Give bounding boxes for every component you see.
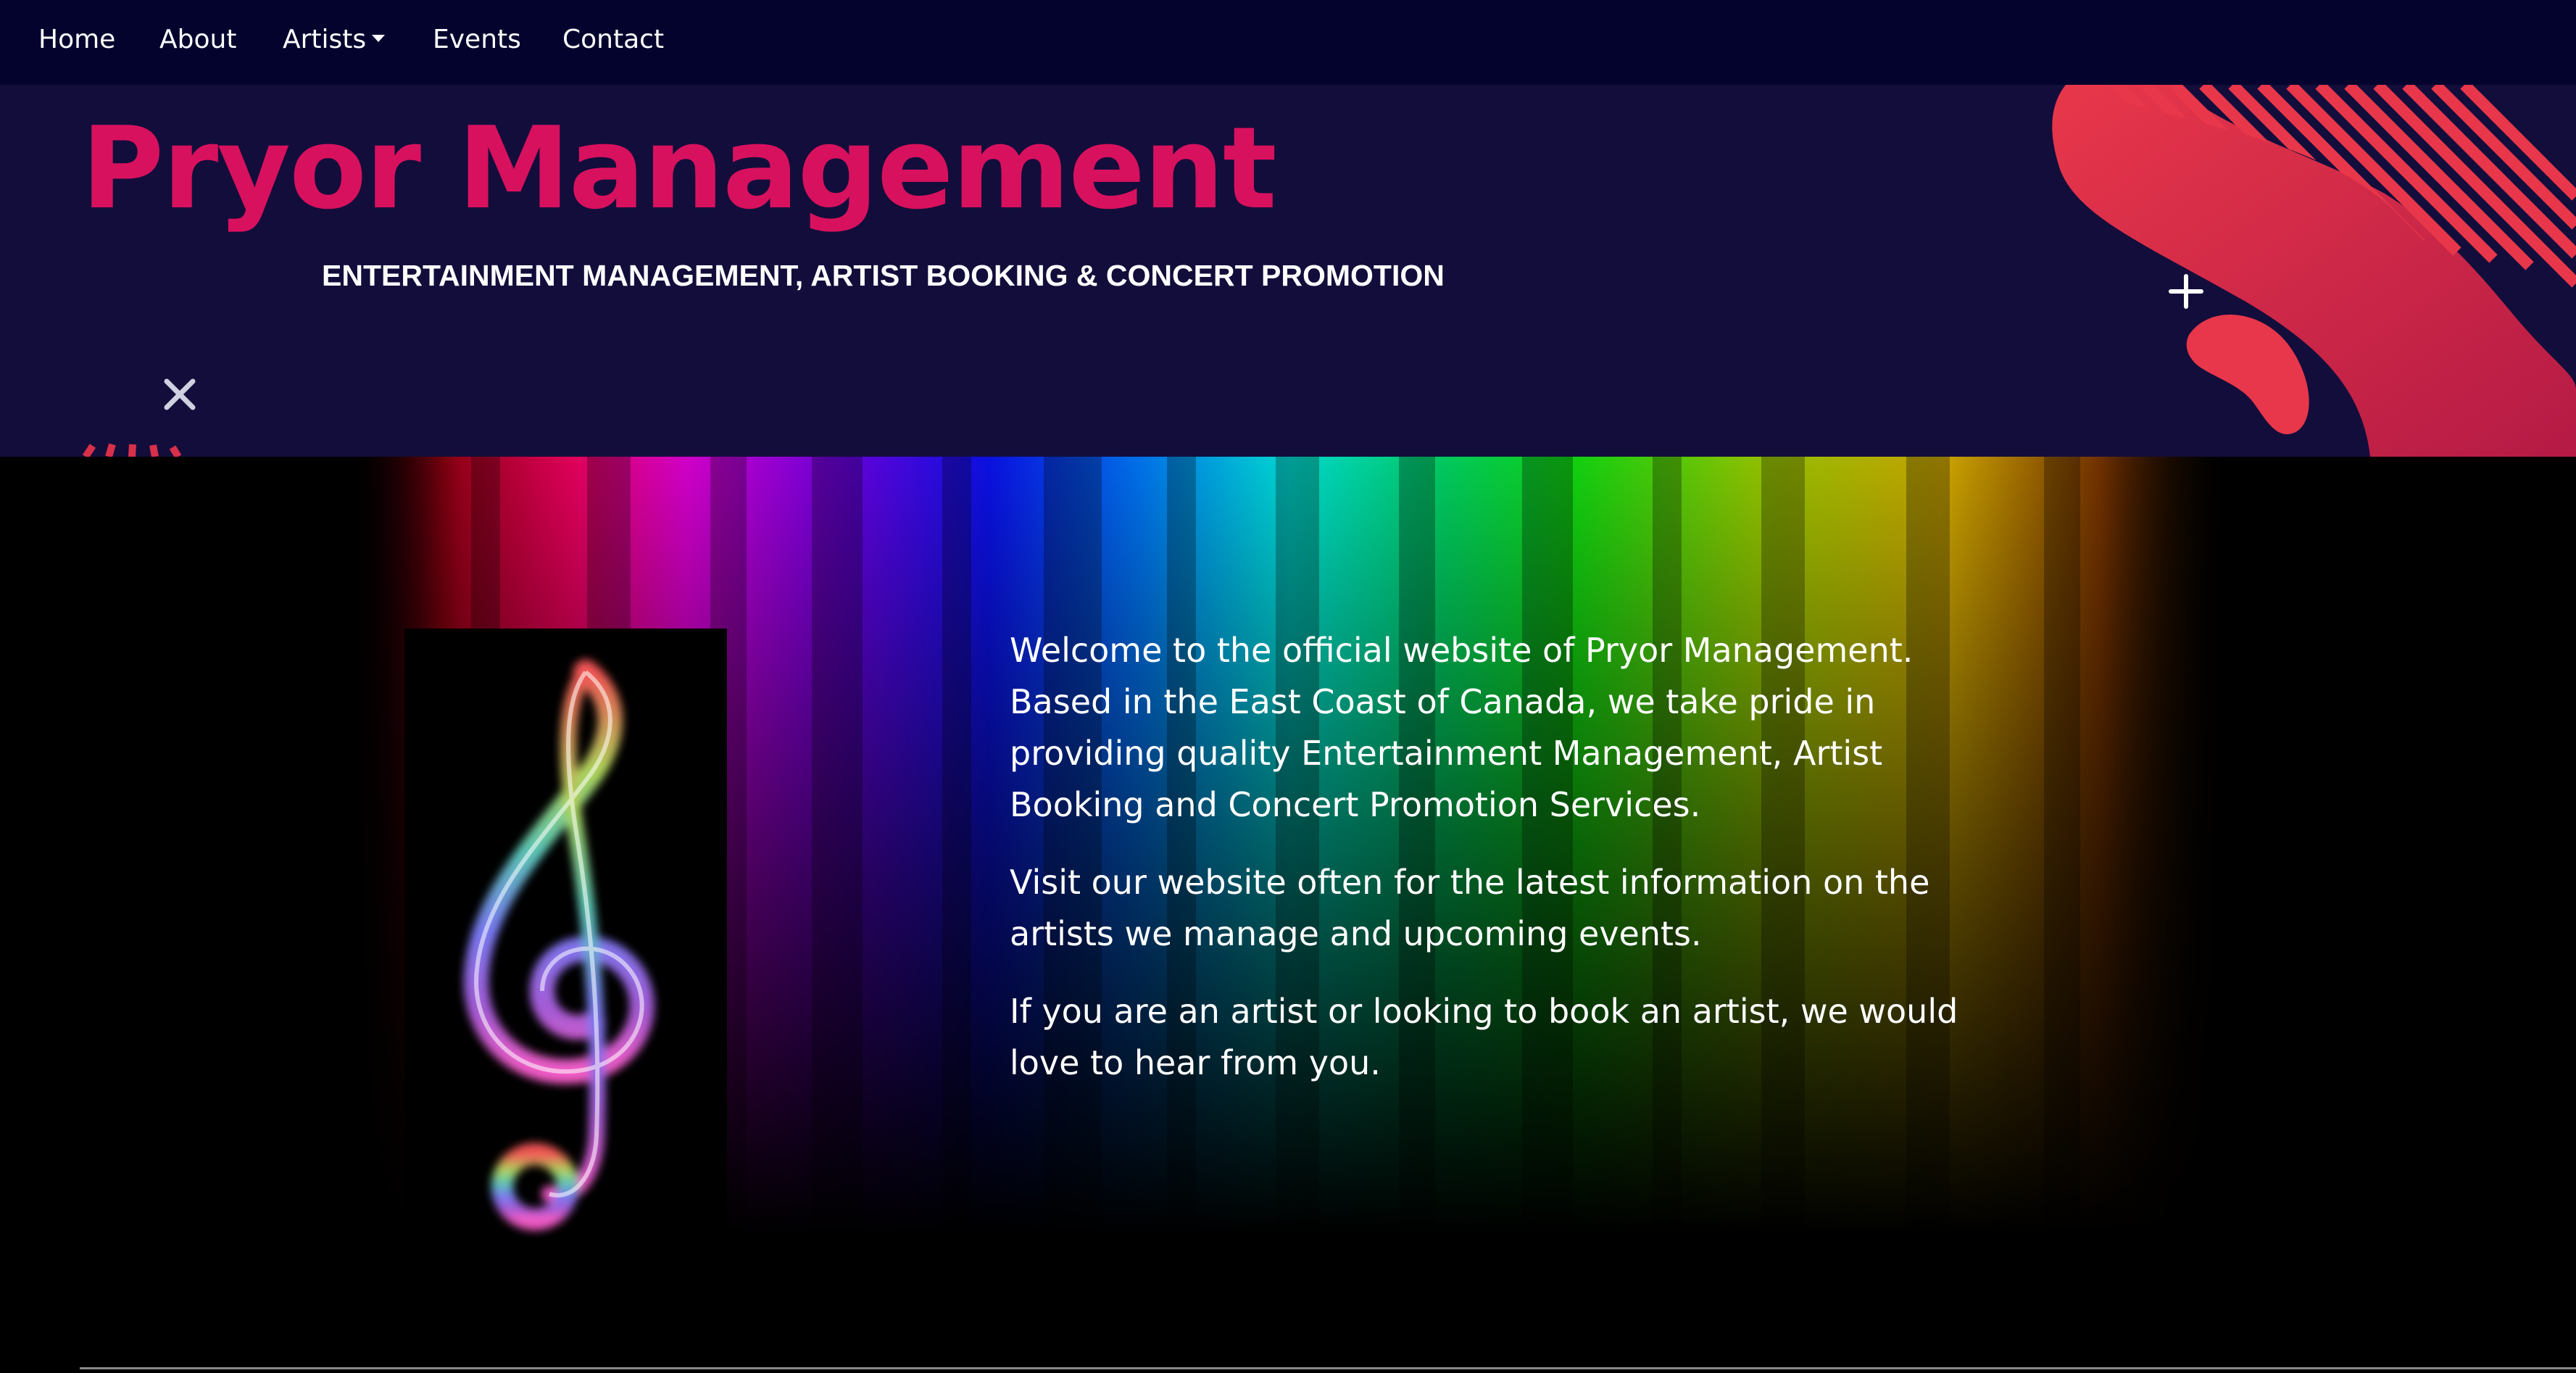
plus-icon	[2169, 274, 2203, 309]
chevron-down-icon	[372, 35, 386, 42]
close-icon	[164, 378, 196, 410]
nav-artists-dropdown[interactable]: Artists	[283, 22, 386, 58]
welcome-paragraph: Welcome to the official website of Pryor…	[1010, 631, 1914, 824]
welcome-text: Welcome to the official website of Pryor…	[1010, 625, 2024, 1115]
visit-paragraph: Visit our website often for the latest i…	[1010, 863, 1930, 953]
nav-home[interactable]: Home	[38, 22, 115, 58]
nav-contact[interactable]: Contact	[562, 22, 664, 58]
nav-events[interactable]: Events	[433, 22, 521, 58]
treble-clef-icon	[464, 660, 655, 1230]
nav-about[interactable]: About	[159, 22, 236, 58]
site-title: Pryor Management	[81, 102, 1277, 234]
site-tagline: ENTERTAINMENT MANAGEMENT, ARTIST BOOKING…	[322, 259, 1445, 292]
red-dash-arc	[82, 443, 182, 457]
welcome-section: Welcome to the official website of Pryor…	[0, 457, 2576, 1373]
contact-paragraph: If you are an artist or looking to book …	[1010, 992, 1958, 1082]
treble-clef-image	[404, 629, 727, 1276]
header-banner: Pryor Management ENTERTAINMENT MANAGEMEN…	[0, 85, 2576, 457]
navbar: Home About Artists Events Contact	[0, 0, 2576, 85]
red-droplet-shape	[2186, 315, 2309, 434]
nav-artists-label: Artists	[283, 25, 367, 54]
footer-divider	[80, 1367, 2576, 1369]
